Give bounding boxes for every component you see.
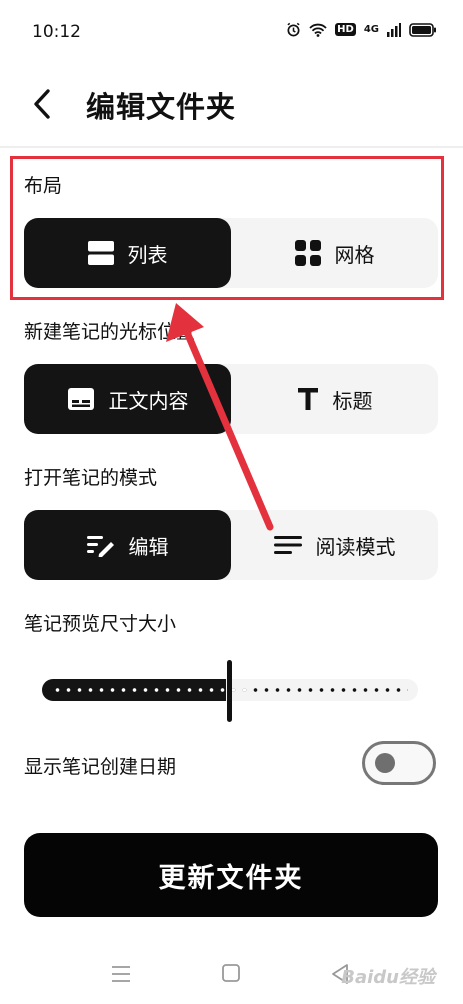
cursor-position-label: 新建笔记的光标位置 — [24, 321, 196, 343]
slider-fill — [42, 679, 252, 701]
open-mode-segmented-control: 编辑 阅读模式 — [24, 510, 438, 580]
cursor-option-title-label: 标题 — [332, 388, 373, 413]
reading-lines-icon — [273, 536, 302, 554]
edit-lines-icon — [86, 536, 114, 557]
cursor-option-title[interactable]: 标题 — [231, 364, 438, 434]
open-mode-label: 打开笔记的模式 — [24, 467, 158, 489]
menu-icon[interactable] — [110, 963, 132, 985]
alarm-icon — [287, 22, 300, 37]
signal-icon — [387, 22, 401, 37]
page-title: 编辑文件夹 — [86, 90, 237, 124]
toggle-knob — [375, 753, 395, 773]
network-type: 4G — [363, 24, 379, 35]
cursor-option-body-label: 正文内容 — [108, 388, 189, 413]
watermark: Baidu经验 — [341, 967, 435, 988]
cursor-segmented-control: 正文内容 标题 — [24, 364, 438, 434]
wifi-icon — [309, 23, 327, 37]
hd-badge: HD — [335, 23, 356, 36]
open-mode-option-read-label: 阅读模式 — [315, 534, 396, 559]
title-t-icon — [297, 388, 318, 410]
home-square-icon[interactable] — [221, 963, 241, 983]
status-time: 10:12 — [32, 22, 81, 42]
show-date-label: 显示笔记创建日期 — [24, 756, 177, 778]
text-block-icon — [67, 388, 94, 410]
open-mode-option-edit-label: 编辑 — [128, 534, 169, 559]
show-date-toggle[interactable] — [362, 741, 436, 785]
back-arrow-icon[interactable] — [28, 86, 58, 122]
battery-icon — [409, 22, 436, 37]
status-icons: HD 4G — [286, 22, 437, 37]
annotation-highlight-box — [10, 156, 444, 300]
update-folder-button[interactable]: 更新文件夹 — [24, 833, 438, 917]
header-divider — [0, 146, 463, 148]
cursor-option-body[interactable]: 正文内容 — [24, 364, 231, 434]
open-mode-option-edit[interactable]: 编辑 — [24, 510, 231, 580]
open-mode-option-read[interactable]: 阅读模式 — [231, 510, 438, 580]
preview-size-label: 笔记预览尺寸大小 — [24, 613, 177, 635]
slider-thumb[interactable] — [227, 660, 232, 722]
